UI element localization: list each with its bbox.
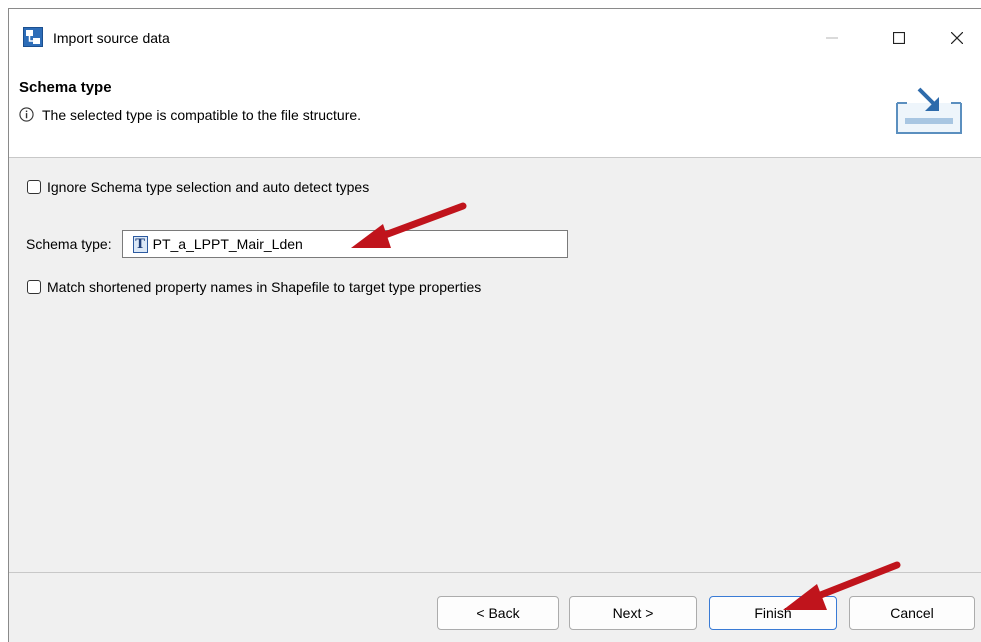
maximize-button[interactable] bbox=[876, 23, 922, 53]
match-names-option[interactable]: Match shortened property names in Shapef… bbox=[27, 279, 481, 295]
schema-type-row: Schema type: T PT_a_LPPT_Mair_Lden bbox=[26, 230, 568, 258]
close-button[interactable] bbox=[934, 23, 980, 53]
schema-type-value: PT_a_LPPT_Mair_Lden bbox=[152, 236, 303, 252]
maximize-icon bbox=[893, 32, 905, 44]
back-button[interactable]: < Back bbox=[437, 596, 559, 630]
wizard-header: Schema type The selected type is compati… bbox=[9, 63, 981, 158]
title-bar: Import source data bbox=[9, 9, 981, 63]
ignore-schema-option[interactable]: Ignore Schema type selection and auto de… bbox=[27, 179, 369, 195]
next-button[interactable]: Next > bbox=[569, 596, 697, 630]
wizard-content: Ignore Schema type selection and auto de… bbox=[9, 158, 981, 572]
schema-type-field[interactable]: T PT_a_LPPT_Mair_Lden bbox=[121, 230, 568, 258]
status-message: The selected type is compatible to the f… bbox=[42, 107, 362, 123]
app-icon bbox=[23, 27, 43, 47]
schema-type-label: Schema type: bbox=[26, 236, 112, 252]
match-names-checkbox[interactable] bbox=[27, 280, 41, 294]
minimize-button[interactable] bbox=[809, 23, 855, 53]
import-wizard-banner-icon bbox=[896, 87, 962, 134]
page-title: Schema type bbox=[19, 79, 112, 96]
minimize-icon bbox=[826, 37, 838, 39]
cancel-button[interactable]: Cancel bbox=[849, 596, 975, 630]
finish-button[interactable]: Finish bbox=[709, 596, 837, 630]
import-dialog: Import source data Schema type The selec… bbox=[8, 8, 981, 642]
button-bar: < Back Next > Finish Cancel bbox=[9, 572, 981, 642]
type-icon: T bbox=[132, 235, 148, 253]
window-title: Import source data bbox=[53, 30, 170, 46]
close-icon bbox=[951, 32, 963, 44]
ignore-schema-checkbox[interactable] bbox=[27, 180, 41, 194]
ignore-schema-label: Ignore Schema type selection and auto de… bbox=[47, 179, 370, 195]
info-icon bbox=[19, 107, 34, 122]
match-names-label: Match shortened property names in Shapef… bbox=[47, 279, 482, 295]
